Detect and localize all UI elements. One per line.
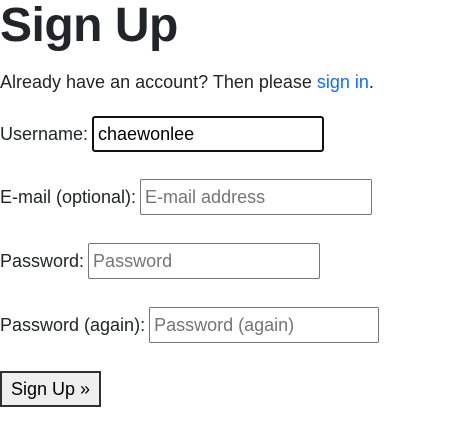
email-row: E-mail (optional): [0,179,373,215]
username-label: Username: [0,123,89,144]
sign-up-button[interactable]: Sign Up » [0,371,102,407]
username-input[interactable] [92,116,325,152]
password-again-label: Password (again): [0,314,146,335]
password-input[interactable] [88,243,321,279]
password-again-row: Password (again): [0,307,380,343]
email-input[interactable] [140,179,373,215]
signin-prompt-end: . [368,72,374,92]
signin-link[interactable]: sign in [317,72,369,92]
signin-prompt: Already have an account? Then please sig… [0,70,374,94]
username-row: Username: [0,116,325,152]
email-label: E-mail (optional): [0,186,137,207]
password-row: Password: [0,243,321,279]
password-again-input[interactable] [149,307,380,343]
password-label: Password: [0,250,85,271]
signin-prompt-text: Already have an account? Then please [0,72,317,92]
page-title: Sign Up [0,0,178,52]
